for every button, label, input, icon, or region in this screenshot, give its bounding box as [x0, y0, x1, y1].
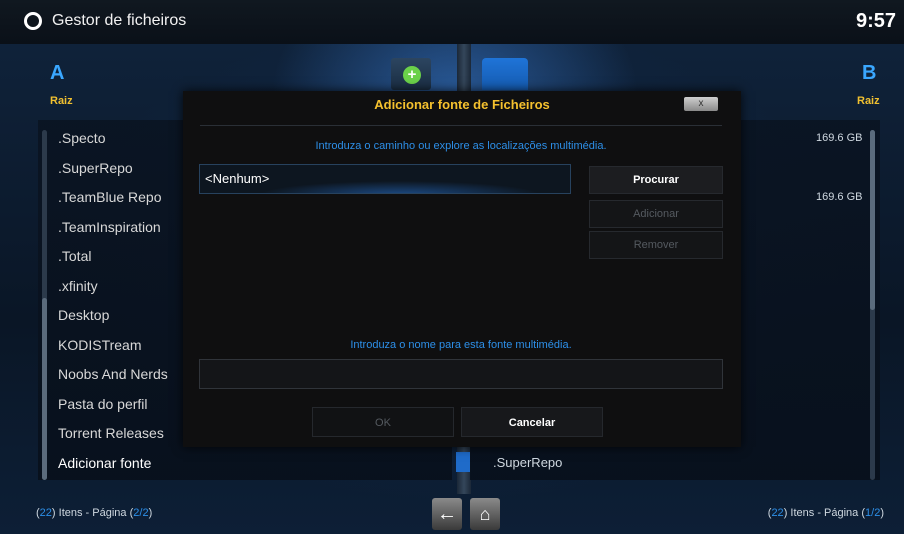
list-item[interactable]: .TeamInspiration — [50, 213, 190, 243]
pane-a-letter: A — [50, 62, 65, 84]
right-item-count: 22 — [771, 507, 784, 519]
left-scroll-thumb[interactable] — [42, 298, 47, 480]
list-item[interactable]: .TeamBlue Repo — [50, 183, 190, 213]
pane-a-root: Raiz — [50, 95, 73, 107]
top-bar: Gestor de ficheiros 9:57 — [0, 0, 904, 44]
left-item-count: 22 — [39, 507, 52, 519]
home-icon[interactable]: ⌂ — [470, 498, 500, 530]
add-source-tile[interactable]: + — [391, 58, 431, 90]
pane-b-root: Raiz — [857, 95, 880, 107]
clock: 9:57 — [855, 10, 896, 32]
list-item[interactable]: Noobs And Nerds — [50, 360, 190, 390]
right-footer: (22) Itens - Página (1/2) — [767, 507, 884, 519]
pane-divider-mark — [456, 452, 470, 472]
list-item[interactable]: .xfinity — [50, 272, 190, 302]
list-item[interactable]: .SuperRepo — [50, 154, 190, 184]
plus-icon: + — [403, 66, 421, 84]
left-file-list: .Specto .SuperRepo .TeamBlue Repo .TeamI… — [50, 124, 190, 478]
cancel-button[interactable]: Cancelar — [461, 407, 603, 437]
left-footer: (22) Itens - Página (2/2) — [36, 507, 153, 519]
remove-button[interactable]: Remover — [589, 231, 723, 259]
kodi-logo-icon — [24, 12, 42, 30]
pane-b-letter: B — [862, 62, 877, 84]
dialog-title: Adicionar fonte de Ficheiros — [374, 97, 550, 112]
ok-button[interactable]: OK — [312, 407, 454, 437]
drive-tile[interactable] — [482, 58, 528, 90]
back-arrow-icon[interactable]: ← — [432, 498, 462, 530]
list-item-selected[interactable]: Adicionar fonte — [50, 449, 190, 479]
right-footer-label: Itens - Página — [790, 507, 859, 519]
list-item[interactable]: .Total — [50, 242, 190, 272]
add-button[interactable]: Adicionar — [589, 200, 723, 228]
path-value: <Nenhum> — [205, 171, 270, 186]
name-hint: Introduza o nome para esta fonte multimé… — [350, 339, 572, 351]
left-footer-label: Itens - Página — [58, 507, 127, 519]
drive-size-label: 169.6 GB — [816, 132, 863, 144]
left-page: 2/2 — [133, 507, 149, 519]
right-scroll-thumb[interactable] — [870, 130, 875, 310]
dialog-divider — [200, 125, 722, 126]
browse-button[interactable]: Procurar — [589, 166, 723, 194]
path-hint: Introduza o caminho ou explore as locali… — [315, 140, 607, 152]
list-item[interactable]: KODISTream — [50, 331, 190, 361]
source-name-input[interactable] — [199, 359, 723, 389]
drive-size-label: 169.6 GB — [816, 191, 863, 203]
close-button[interactable]: x — [684, 97, 718, 111]
right-page: 1/2 — [865, 507, 881, 519]
list-item[interactable]: .Specto — [50, 124, 190, 154]
right-list-item[interactable]: .SuperRepo — [493, 455, 562, 470]
app-title: Gestor de ficheiros — [52, 12, 187, 29]
list-item[interactable]: Torrent Releases — [50, 419, 190, 449]
list-item[interactable]: Pasta do perfil — [50, 390, 190, 420]
list-item[interactable]: Desktop — [50, 301, 190, 331]
